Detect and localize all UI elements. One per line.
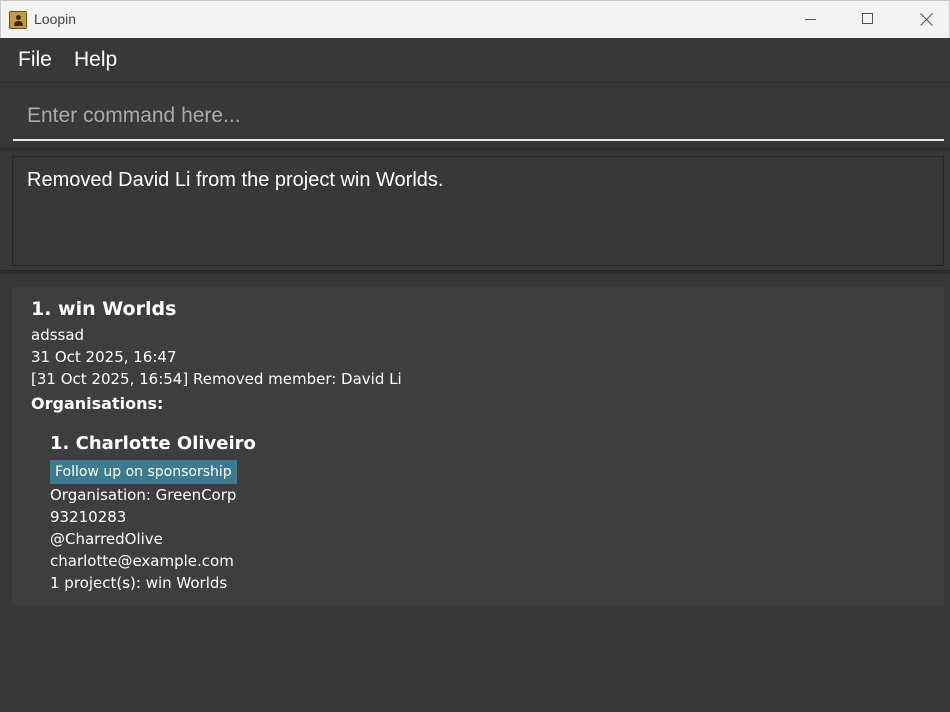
project-log: [31 Oct 2025, 16:54] Removed member: Dav… (31, 370, 402, 388)
menu-bar: File Help (0, 38, 950, 83)
organisation-company: Organisation: GreenCorp (50, 486, 237, 504)
command-input[interactable] (13, 93, 944, 141)
result-display[interactable]: Removed David Li from the project win Wo… (12, 156, 944, 266)
result-message: Removed David Li from the project win Wo… (27, 169, 444, 191)
app-contact-icon (9, 11, 27, 29)
divider[interactable] (0, 147, 950, 151)
maximize-icon (862, 13, 873, 24)
menu-help[interactable]: Help (74, 48, 117, 72)
organisation-phone: 93210283 (50, 508, 127, 526)
maximize-button[interactable] (839, 1, 897, 38)
organisation-projects: 1 project(s): win Worlds (50, 574, 228, 592)
organisation-handle: @CharredOlive (50, 530, 163, 548)
menu-file[interactable]: File (18, 48, 52, 72)
divider[interactable] (0, 270, 950, 274)
project-title: 1. win Worlds (31, 298, 177, 320)
organisation-name: 1. Charlotte Oliveiro (50, 433, 256, 454)
close-button[interactable] (897, 1, 950, 38)
project-card[interactable]: 1. win Worlds adssad 31 Oct 2025, 16:47 … (12, 287, 944, 606)
window-title: Loopin (34, 11, 77, 27)
organisations-heading: Organisations: (31, 394, 164, 413)
command-box (0, 83, 950, 147)
organisation-tag: Follow up on sponsorship (50, 460, 237, 484)
window-title-bar[interactable]: Loopin (0, 0, 950, 38)
organisation-email: charlotte@example.com (50, 552, 234, 570)
minimize-icon (805, 19, 816, 20)
project-deadline: 31 Oct 2025, 16:47 (31, 348, 177, 366)
project-description: adssad (31, 326, 85, 344)
close-icon (920, 13, 933, 26)
minimize-button[interactable] (781, 1, 839, 38)
